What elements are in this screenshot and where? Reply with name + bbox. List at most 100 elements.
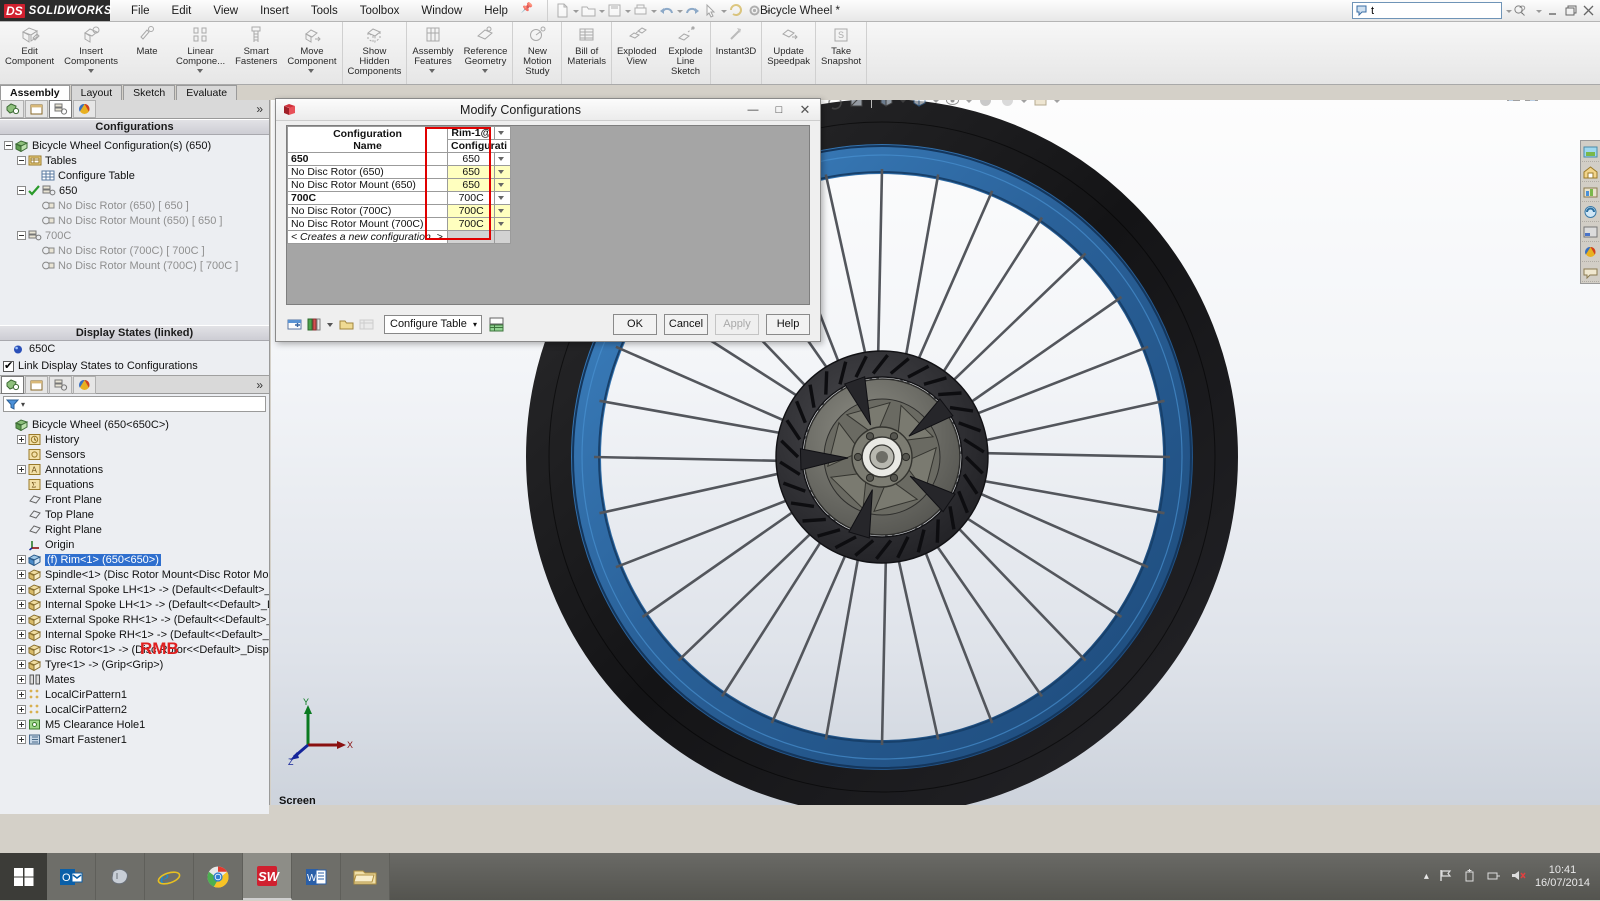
modify-configurations-dialog[interactable]: Modify Configurations — □ ✕ Configuratio… (275, 98, 821, 342)
ribbon-button-update-speedpak[interactable]: UpdateSpeedpak (762, 22, 815, 84)
collapse-minus-icon[interactable] (16, 185, 27, 196)
options-dropdown-icon[interactable] (764, 2, 771, 19)
tree-item[interactable]: No Disc Rotor Mount (650) [ 650 ] (3, 213, 269, 228)
tree-item[interactable]: Configure Table (3, 168, 269, 183)
ribbon-button-mate[interactable]: Mate (123, 22, 171, 84)
hide-show-dropdown-icon[interactable] (965, 100, 973, 110)
expand-plus-icon[interactable] (16, 659, 27, 670)
ribbon-button-insert-components[interactable]: InsertComponents (59, 22, 123, 84)
configuration-manager-tab-2[interactable] (49, 376, 72, 394)
tab-evaluate[interactable]: Evaluate (176, 85, 237, 100)
view-settings-icon[interactable] (1031, 100, 1050, 110)
document-close-icon[interactable] (1579, 100, 1592, 101)
ribbon-button-take-snapshot[interactable]: STakeSnapshot (816, 22, 866, 84)
filter-dropdown-icon[interactable]: ▾ (21, 400, 25, 409)
column-config-icon[interactable] (306, 316, 323, 333)
value-dropdown-icon[interactable] (495, 166, 511, 179)
feature-manager-tab-2[interactable] (1, 376, 24, 394)
apply-scene-icon[interactable] (998, 100, 1017, 110)
tree-item[interactable]: No Disc Rotor (650) [ 650 ] (3, 198, 269, 213)
configuration-value-cell[interactable]: 700C (448, 205, 495, 218)
ribbon-button-explode-line-sketch[interactable]: ExplodeLineSketch (662, 22, 710, 84)
expand-plus-icon[interactable] (16, 614, 27, 625)
display-style-icon[interactable] (910, 100, 929, 110)
table-row[interactable]: 700C700C (288, 192, 511, 205)
tree-item[interactable]: Internal Spoke LH<1> -> (Default<<Defaul… (3, 597, 269, 612)
configuration-name-cell[interactable]: No Disc Rotor (650) (288, 166, 448, 179)
table-row[interactable]: No Disc Rotor (650)650 (288, 166, 511, 179)
display-manager-tab-2[interactable] (73, 376, 96, 394)
usb-eject-icon[interactable] (1462, 868, 1477, 886)
expand-plus-icon[interactable] (16, 719, 27, 730)
save-table-icon[interactable] (358, 316, 375, 333)
view-orientation-icon[interactable] (877, 100, 896, 110)
expand-plus-icon[interactable] (16, 569, 27, 580)
view-palette-icon[interactable] (1582, 202, 1599, 222)
tree-item[interactable]: Smart Fastener1 (3, 732, 269, 747)
search-box[interactable] (1352, 2, 1502, 19)
expand-plus-icon[interactable] (16, 704, 27, 715)
ribbon-button-assembly-features[interactable]: AssemblyFeatures (407, 22, 458, 84)
save-dropdown-icon[interactable] (624, 2, 631, 19)
new-document-dropdown-icon[interactable] (572, 2, 579, 19)
chevron-down-icon[interactable] (87, 68, 96, 75)
link-display-states-checkbox[interactable] (3, 361, 14, 372)
new-parameter-icon[interactable] (286, 316, 303, 333)
expand-plus-icon[interactable] (16, 554, 27, 565)
ribbon-button-smart-fasteners[interactable]: SmartFasteners (230, 22, 282, 84)
table-row[interactable]: No Disc Rotor Mount (650)650 (288, 179, 511, 192)
ribbon-button-instant3d[interactable]: Instant3D (711, 22, 762, 84)
expand-plus-icon[interactable] (16, 434, 27, 445)
tree-item[interactable]: Bicycle Wheel Configuration(s) (650) (3, 138, 269, 153)
word-icon[interactable]: W (292, 853, 341, 900)
previous-view-icon[interactable] (825, 100, 844, 110)
collapse-minus-icon[interactable] (16, 155, 27, 166)
configuration-name-cell[interactable]: 650 (288, 153, 448, 166)
flag-icon[interactable] (1438, 868, 1453, 886)
tree-item[interactable]: Top Plane (3, 507, 269, 522)
design-table-icon[interactable] (488, 316, 505, 333)
tree-item[interactable]: No Disc Rotor (700C) [ 700C ] (3, 243, 269, 258)
tree-item[interactable]: ΣEquations (3, 477, 269, 492)
undo-icon[interactable] (658, 2, 675, 19)
search-input[interactable] (1368, 5, 1513, 17)
internet-explorer-icon[interactable]: e (145, 853, 194, 900)
document-restore-icon[interactable] (1561, 100, 1574, 101)
view-settings-dropdown-icon[interactable] (1053, 100, 1061, 110)
configuration-value-cell[interactable]: 700C (448, 218, 495, 231)
tree-item[interactable]: External Spoke LH<1> -> (Default<<Defaul… (3, 582, 269, 597)
configuration-value-cell[interactable]: 700C (448, 192, 495, 205)
folder-open-icon[interactable] (338, 316, 355, 333)
tree-item[interactable]: 650 (3, 183, 269, 198)
ribbon-button-linear-compone[interactable]: LinearCompone... (171, 22, 230, 84)
configuration-value-cell[interactable]: 650 (448, 179, 495, 192)
window-minimize-icon[interactable] (1545, 3, 1560, 18)
rebuild-icon[interactable] (728, 2, 745, 19)
help-button[interactable]: Help (766, 314, 810, 335)
search-dropdown-icon[interactable] (1505, 2, 1512, 19)
ribbon-button-new-motion-study[interactable]: NewMotionStudy (513, 22, 561, 84)
volume-muted-icon[interactable] (1510, 868, 1526, 886)
options-gear-icon[interactable] (746, 2, 763, 19)
save-icon[interactable] (606, 2, 623, 19)
dock-left-icon[interactable] (1507, 100, 1520, 101)
chevron-down-icon[interactable] (481, 68, 490, 75)
property-manager-tab[interactable] (25, 100, 48, 118)
help-dropdown-icon[interactable] (1535, 2, 1542, 19)
parameter-dropdown-icon[interactable] (495, 127, 511, 140)
table-row[interactable]: No Disc Rotor (700C)700C (288, 205, 511, 218)
tree-item[interactable]: 700C (3, 228, 269, 243)
expand-plus-icon[interactable] (16, 599, 27, 610)
start-icon[interactable] (0, 853, 47, 900)
expand-plus-icon[interactable] (16, 584, 27, 595)
collapse-minus-icon[interactable] (3, 140, 14, 151)
tree-item[interactable]: Bicycle Wheel (650<650C>) (3, 417, 269, 432)
expand-plus-icon[interactable] (16, 629, 27, 640)
ribbon-button-billof-materials[interactable]: Bill ofMaterials (562, 22, 611, 84)
view-orientation-dropdown-icon[interactable] (899, 100, 907, 110)
open-document-dropdown-icon[interactable] (598, 2, 605, 19)
configurations-table[interactable]: ConfigurationNameRim-1@Configurati650650… (287, 126, 511, 244)
tree-item[interactable]: Right Plane (3, 522, 269, 537)
tab-assembly[interactable]: Assembly (0, 85, 70, 100)
hide-show-items-icon[interactable] (943, 100, 962, 110)
